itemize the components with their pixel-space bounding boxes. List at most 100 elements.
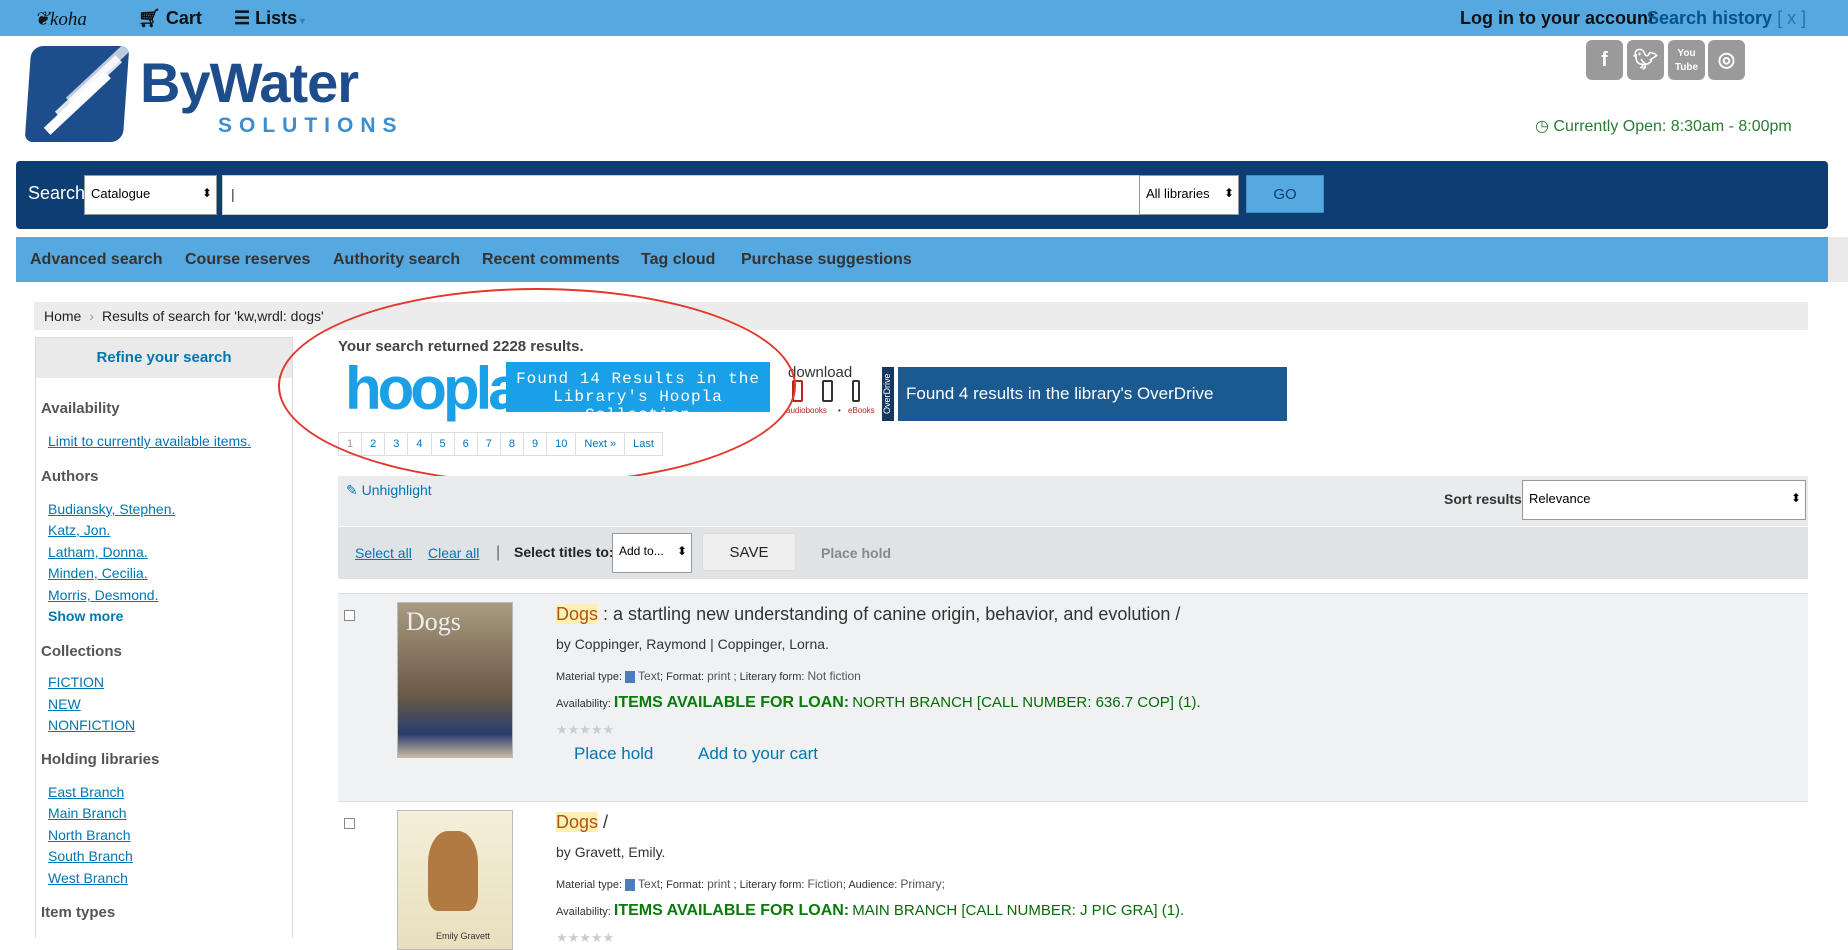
result-checkbox[interactable] xyxy=(344,610,355,621)
twitter-icon[interactable]: 🐦︎ xyxy=(1627,40,1664,80)
facet-library[interactable]: South Branch xyxy=(48,848,133,864)
top-bar: ❦koha 🛒︎ Cart ☰ Lists ▾ Log in to your a… xyxy=(0,0,1848,36)
logo-name: ByWater xyxy=(140,51,359,114)
result-author-line: by Coppinger, Raymond | Coppinger, Lorna… xyxy=(556,636,829,652)
facet-author[interactable]: Minden, Cecilia. xyxy=(48,565,148,581)
facet-heading-authors: Authors xyxy=(41,468,99,485)
hoopla-logo[interactable]: hoopla xyxy=(345,359,522,419)
login-link[interactable]: Log in to your account xyxy=(1460,8,1654,29)
next-page-link[interactable]: Next » xyxy=(576,433,626,455)
phone-device-icon xyxy=(822,380,833,402)
place-hold-link[interactable]: Place hold xyxy=(574,744,653,764)
availability-label: Availability: xyxy=(556,906,611,918)
audience-label: ; Audience: xyxy=(842,879,898,891)
youtube-icon[interactable]: You Tube xyxy=(1668,40,1705,80)
unhighlight-link[interactable]: ✎ Unhighlight xyxy=(346,482,432,499)
book-cover[interactable]: Emily Gravett xyxy=(397,810,513,950)
result-title[interactable]: Dogs / xyxy=(556,812,608,833)
search-scope-select[interactable]: Catalogue xyxy=(84,175,217,215)
cover-title: Dogs xyxy=(406,607,461,636)
add-to-select[interactable]: Add to... xyxy=(612,533,692,573)
cart-button[interactable]: 🛒︎ Cart xyxy=(138,8,202,29)
show-more-link[interactable]: Show more xyxy=(48,608,123,624)
material-info: Material type: Text; Format: print ; Lite… xyxy=(556,877,946,892)
page-link[interactable]: 5 xyxy=(432,433,455,455)
clear-all-link[interactable]: Clear all xyxy=(428,545,479,561)
page-link[interactable]: 7 xyxy=(478,433,501,455)
audience-value: Primary; xyxy=(900,877,946,891)
search-history: Search history [ x ] xyxy=(1647,8,1806,29)
select-titles-label: Select titles to: xyxy=(514,544,614,560)
go-button[interactable]: GO xyxy=(1246,175,1324,213)
material-type-label: Material type: xyxy=(556,879,623,891)
page-link[interactable]: 8 xyxy=(501,433,524,455)
instagram-icon[interactable]: ◎ xyxy=(1708,40,1745,80)
overdrive-download-graphic[interactable]: download audiobooks • eBooks xyxy=(786,364,882,415)
clear-search-history[interactable]: [ x ] xyxy=(1777,8,1806,28)
page-link[interactable]: 10 xyxy=(547,433,577,455)
facet-collection[interactable]: NONFICTION xyxy=(48,717,135,733)
result-row: Dogs Dogs : a startling new understandin… xyxy=(338,593,1808,801)
overdrive-download-label: download xyxy=(788,364,853,381)
author-link[interactable]: Coppinger, Raymond | Coppinger, Lorna. xyxy=(575,636,829,652)
koha-label: koha xyxy=(49,9,87,30)
last-page-link[interactable]: Last xyxy=(625,433,663,455)
koha-link[interactable]: ❦koha xyxy=(34,8,87,31)
availability-value: MAIN BRANCH [CALL NUMBER: J PIC GRA] (1)… xyxy=(852,902,1185,919)
material-type-value: Text xyxy=(638,877,661,891)
social-links: f 🐦︎ You Tube ◎ xyxy=(1586,40,1746,80)
star-rating[interactable]: ★★★★★ xyxy=(556,722,614,738)
facet-library[interactable]: East Branch xyxy=(48,784,124,800)
breadcrumb: Home › Results of search for 'kw,wrdl: dog… xyxy=(34,302,1808,330)
nav-recent-comments[interactable]: Recent comments xyxy=(482,251,620,269)
nav-course-reserves[interactable]: Course reserves xyxy=(185,251,310,269)
select-all-link[interactable]: Select all xyxy=(355,545,412,561)
breadcrumb-home[interactable]: Home xyxy=(44,308,81,324)
by-label: by xyxy=(556,844,571,860)
facet-author[interactable]: Morris, Desmond. xyxy=(48,587,158,603)
page-link[interactable]: 6 xyxy=(455,433,478,455)
facet-library[interactable]: Main Branch xyxy=(48,805,127,821)
cover-author: Emily Gravett xyxy=(436,931,491,941)
sort-select[interactable]: Relevance xyxy=(1522,480,1806,520)
facet-library[interactable]: North Branch xyxy=(48,827,130,843)
format-value: print xyxy=(707,877,731,891)
hoopla-results-button[interactable]: Found 14 Results in the Library's Hoopla… xyxy=(506,362,770,424)
save-button[interactable]: SAVE xyxy=(702,533,796,571)
place-hold-button[interactable]: Place hold xyxy=(821,545,891,561)
result-title[interactable]: Dogs : a startling new understanding of … xyxy=(556,604,1180,625)
overdrive-results-button[interactable]: Found 4 results in the library's OverDri… xyxy=(898,367,1287,457)
page-link[interactable]: 3 xyxy=(385,433,409,455)
facet-available-link[interactable]: Limit to currently available items. xyxy=(48,433,251,449)
refine-search-heading[interactable]: Refine your search xyxy=(36,338,292,378)
result-checkbox[interactable] xyxy=(344,818,355,829)
add-to-cart-link[interactable]: Add to your cart xyxy=(698,744,818,764)
bywater-logo[interactable]: ByWater SOLUTIONS xyxy=(24,46,408,146)
page-link[interactable]: 9 xyxy=(524,433,548,455)
page-link[interactable]: 4 xyxy=(408,433,432,455)
sort-label: Sort results xyxy=(1444,491,1522,507)
facet-author[interactable]: Budiansky, Stephen. xyxy=(48,501,175,517)
facet-author[interactable]: Latham, Donna. xyxy=(48,544,148,560)
search-input[interactable]: | xyxy=(222,175,1152,215)
page-link[interactable]: 2 xyxy=(362,433,386,455)
author-link[interactable]: Gravett, Emily. xyxy=(575,844,666,860)
facebook-icon[interactable]: f xyxy=(1586,40,1623,80)
results-count: Your search returned 2228 results. xyxy=(338,338,584,355)
book-cover[interactable]: Dogs xyxy=(397,602,513,758)
nav-bar: Advanced search Course reserves Authorit… xyxy=(16,237,1828,282)
star-rating[interactable]: ★★★★★ xyxy=(556,930,614,946)
nav-advanced-search[interactable]: Advanced search xyxy=(30,251,163,269)
facets-sidebar: Refine your search Availability Limit to… xyxy=(35,337,293,938)
facet-author[interactable]: Katz, Jon. xyxy=(48,522,110,538)
nav-authority-search[interactable]: Authority search xyxy=(333,251,460,269)
library-select[interactable]: All libraries xyxy=(1139,175,1239,215)
overdrive-audiobooks-label: audiobooks xyxy=(786,406,827,415)
facet-library[interactable]: West Branch xyxy=(48,870,128,886)
facet-collection[interactable]: FICTION xyxy=(48,674,104,690)
search-history-link[interactable]: Search history xyxy=(1647,8,1772,28)
nav-tag-cloud[interactable]: Tag cloud xyxy=(641,251,715,269)
lists-button[interactable]: ☰ Lists ▾ xyxy=(234,8,305,29)
nav-purchase-suggestions[interactable]: Purchase suggestions xyxy=(741,251,912,269)
facet-collection[interactable]: NEW xyxy=(48,696,81,712)
